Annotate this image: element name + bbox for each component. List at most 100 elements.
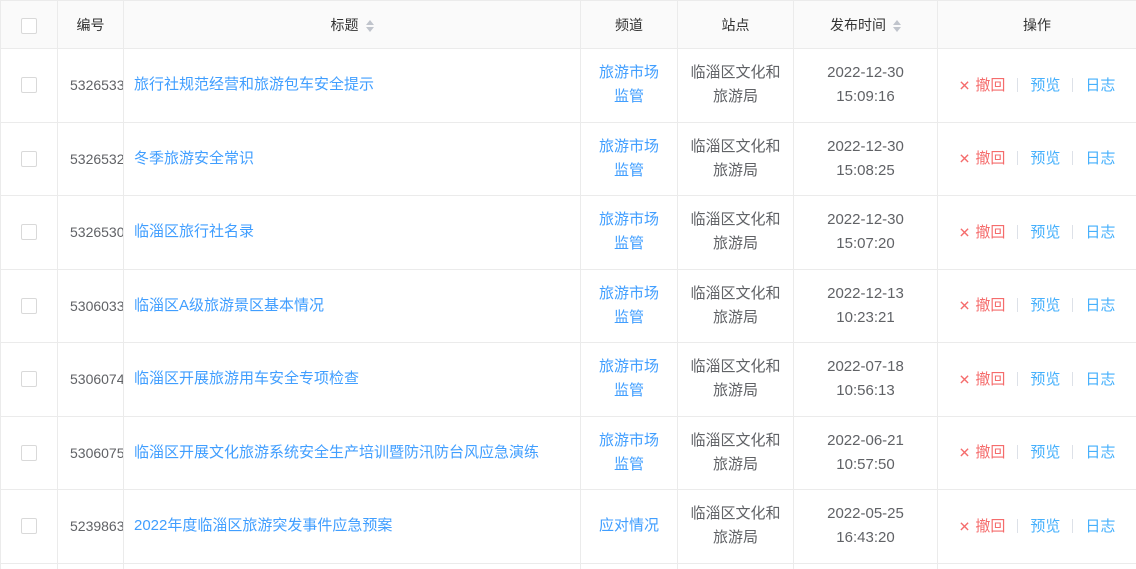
withdraw-button[interactable]: ✕撤回 [959, 77, 1006, 94]
row-site: 临淄区文化和旅游局 [690, 211, 780, 252]
row-title-link[interactable]: 临淄区A级旅游景区基本情况 [134, 297, 324, 314]
action-separator [1017, 78, 1018, 92]
row-site: 临淄区文化和旅游局 [690, 358, 780, 399]
column-header-channel: 频道 [581, 1, 678, 49]
row-checkbox-cell [1, 269, 58, 343]
row-site: 临淄区文化和旅游局 [690, 285, 780, 326]
preview-button[interactable]: 预览 [1030, 444, 1060, 461]
row-id: 5326530 [70, 224, 124, 240]
row-id: 5306033 [70, 298, 124, 314]
withdraw-button[interactable]: ✕撤回 [959, 371, 1006, 388]
log-button[interactable]: 日志 [1085, 518, 1115, 535]
action-separator [1072, 372, 1073, 386]
close-icon: ✕ [959, 147, 971, 171]
row-publish-time: 2022-05-25 16:43:20 [827, 505, 904, 546]
withdraw-button[interactable]: ✕撤回 [959, 518, 1006, 535]
log-button[interactable]: 日志 [1085, 77, 1115, 94]
select-all-cell [1, 1, 58, 49]
row-checkbox[interactable] [21, 518, 37, 534]
preview-button[interactable]: 预览 [1030, 518, 1060, 535]
row-title-link[interactable]: 临淄区开展旅游用车安全专项检查 [134, 370, 359, 387]
row-checkbox[interactable] [21, 224, 37, 240]
column-header-id-label: 编号 [77, 17, 105, 33]
row-checkbox-cell [1, 490, 58, 564]
row-site: 临淄区文化和旅游局 [690, 64, 780, 105]
row-checkbox-cell [1, 343, 58, 417]
withdraw-label: 撤回 [975, 371, 1005, 388]
row-checkbox[interactable] [21, 445, 37, 461]
row-channel-link[interactable]: 应对情况 [599, 517, 659, 534]
row-channel-link[interactable]: 旅游市场监管 [599, 432, 659, 473]
row-channel-link[interactable]: 旅游市场监管 [599, 358, 659, 399]
action-separator [1072, 225, 1073, 239]
column-header-title-label: 标题 [331, 17, 359, 33]
row-checkbox-cell [1, 122, 58, 196]
column-header-title[interactable]: 标题 [124, 1, 581, 49]
sort-icon[interactable] [893, 20, 901, 32]
log-button[interactable]: 日志 [1085, 297, 1115, 314]
table-row: 5306074 临淄区开展旅游用车安全专项检查 旅游市场监管 临淄区文化和旅游局… [1, 343, 1136, 417]
action-separator [1072, 78, 1073, 92]
close-icon: ✕ [959, 514, 971, 538]
action-separator [1017, 519, 1018, 533]
withdraw-label: 撤回 [975, 518, 1005, 535]
row-checkbox[interactable] [21, 298, 37, 314]
column-header-publish-time[interactable]: 发布时间 [794, 1, 938, 49]
withdraw-button[interactable]: ✕撤回 [959, 297, 1006, 314]
column-header-channel-label: 频道 [615, 17, 643, 33]
action-separator [1017, 298, 1018, 312]
action-separator [1072, 298, 1073, 312]
log-button[interactable]: 日志 [1085, 150, 1115, 167]
close-icon: ✕ [959, 220, 971, 244]
withdraw-label: 撤回 [975, 77, 1005, 94]
preview-button[interactable]: 预览 [1030, 297, 1060, 314]
preview-button[interactable]: 预览 [1030, 150, 1060, 167]
column-header-actions-label: 操作 [1023, 17, 1051, 33]
row-title-link[interactable]: 临淄区旅行社名录 [134, 223, 254, 240]
column-header-site: 站点 [678, 1, 794, 49]
withdraw-label: 撤回 [975, 444, 1005, 461]
table-row: 5326533 旅行社规范经营和旅游包车安全提示 旅游市场监管 临淄区文化和旅游… [1, 49, 1136, 123]
row-checkbox[interactable] [21, 371, 37, 387]
row-publish-time: 2022-06-21 10:57:50 [827, 432, 904, 473]
row-id: 5306075 [70, 445, 124, 461]
row-title-link[interactable]: 临淄区开展文化旅游系统安全生产培训暨防汛防台风应急演练 [134, 444, 539, 461]
row-checkbox[interactable] [21, 151, 37, 167]
row-channel-link[interactable]: 旅游市场监管 [599, 138, 659, 179]
log-button[interactable]: 日志 [1085, 444, 1115, 461]
sort-icon[interactable] [366, 20, 374, 32]
row-title-link[interactable]: 2022年度临淄区旅游突发事件应急预案 [134, 517, 392, 534]
withdraw-label: 撤回 [975, 150, 1005, 167]
withdraw-button[interactable]: ✕撤回 [959, 150, 1006, 167]
row-checkbox[interactable] [21, 77, 37, 93]
preview-button[interactable]: 预览 [1030, 371, 1060, 388]
row-site: 临淄区文化和旅游局 [690, 138, 780, 179]
column-header-publish-time-label: 发布时间 [830, 17, 886, 33]
action-separator [1017, 372, 1018, 386]
close-icon: ✕ [959, 367, 971, 391]
row-channel-link[interactable]: 旅游市场监管 [599, 211, 659, 252]
preview-button[interactable]: 预览 [1030, 224, 1060, 241]
row-site: 临淄区文化和旅游局 [690, 432, 780, 473]
row-channel-link[interactable]: 旅游市场监管 [599, 285, 659, 326]
withdraw-button[interactable]: ✕撤回 [959, 224, 1006, 241]
row-channel-link[interactable]: 旅游市场监管 [599, 64, 659, 105]
row-title-link[interactable]: 冬季旅游安全常识 [134, 150, 254, 167]
column-header-actions: 操作 [938, 1, 1136, 49]
action-separator [1072, 445, 1073, 459]
preview-button[interactable]: 预览 [1030, 77, 1060, 94]
table-row: 5306033 临淄区A级旅游景区基本情况 旅游市场监管 临淄区文化和旅游局 2… [1, 269, 1136, 343]
table-row: 5306075 临淄区开展文化旅游系统安全生产培训暨防汛防台风应急演练 旅游市场… [1, 416, 1136, 490]
withdraw-label: 撤回 [975, 297, 1005, 314]
row-title-link[interactable]: 旅行社规范经营和旅游包车安全提示 [134, 76, 374, 93]
log-button[interactable]: 日志 [1085, 224, 1115, 241]
action-separator [1017, 151, 1018, 165]
row-id: 5306074 [70, 371, 124, 387]
table-row: 5239863 2022年度临淄区旅游突发事件应急预案 应对情况 临淄区文化和旅… [1, 490, 1136, 564]
log-button[interactable]: 日志 [1085, 371, 1115, 388]
content-management-table: 编号 标题 频道 站点 发布时间 操作 [0, 0, 1136, 569]
withdraw-button[interactable]: ✕撤回 [959, 444, 1006, 461]
select-all-checkbox[interactable] [21, 18, 37, 34]
withdraw-label: 撤回 [975, 224, 1005, 241]
close-icon: ✕ [959, 294, 971, 318]
